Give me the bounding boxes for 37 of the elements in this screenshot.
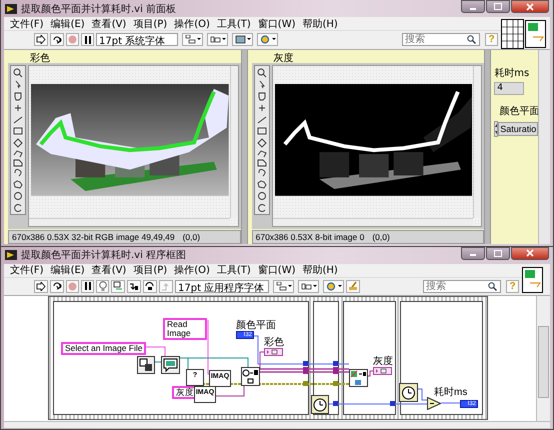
string-constant: Select an Image File [61, 342, 146, 355]
font-dropdown[interactable]: 17pt 系统字体 [96, 33, 178, 46]
image-info: 670x386 0.53X 32-bit RGB image 49,49,49 [12, 232, 175, 242]
menu-item[interactable]: 操作(O) [174, 263, 210, 278]
menu-item[interactable]: 文件(F) [10, 16, 44, 30]
terminal-label: 彩色 [264, 336, 284, 348]
terminal-label: 灰度 [373, 356, 393, 367]
menu-item[interactable]: 编辑(E) [50, 263, 85, 278]
search-field[interactable]: 搜索 [402, 33, 480, 46]
menu-item[interactable]: 帮助(H) [302, 263, 338, 278]
menu-item[interactable]: 工具(T) [216, 16, 251, 30]
control-label: 耗时ms [494, 66, 530, 80]
search-field[interactable]: 搜索 [423, 280, 501, 293]
image-info: 670x386 0.53X 8-bit image 0 [256, 232, 364, 242]
ring-control[interactable]: Saturatio [498, 122, 538, 136]
terminal-label: 颜色平面 [236, 320, 276, 331]
cursor-coordinates: (0,0) [372, 232, 390, 242]
window-title: 提取颜色平面并计算耗时.vi 程序框图 [21, 248, 186, 262]
menu-item[interactable]: 文件(F) [10, 263, 44, 278]
numeric-indicator: 4 [494, 82, 524, 95]
menu-item[interactable]: 查看(V) [92, 16, 126, 30]
menu-item[interactable]: 编辑(E) [50, 16, 85, 30]
window-title: 提取颜色平面并计算耗时.vi 前面板 [21, 2, 176, 16]
string-constant: Read Image [163, 318, 207, 340]
cursor-coordinates: (0,0) [182, 232, 200, 242]
menu-item[interactable]: 窗口(W) [258, 16, 296, 30]
menu-item[interactable]: 操作(O) [174, 16, 210, 30]
display-label: 彩色 [29, 52, 51, 63]
menu-item[interactable]: 查看(V) [92, 263, 126, 278]
menu-item[interactable]: 项目(P) [133, 16, 168, 30]
display-label: 灰度 [272, 52, 295, 63]
menu-item[interactable]: 工具(T) [216, 263, 251, 278]
terminal-label: 耗时ms [434, 386, 468, 398]
menu-item[interactable]: 项目(P) [133, 263, 168, 278]
menu-item[interactable]: 帮助(H) [302, 16, 338, 30]
menu-item[interactable]: 窗口(W) [258, 263, 296, 278]
font-dropdown[interactable]: 17pt 应用程序字体 [175, 280, 269, 293]
